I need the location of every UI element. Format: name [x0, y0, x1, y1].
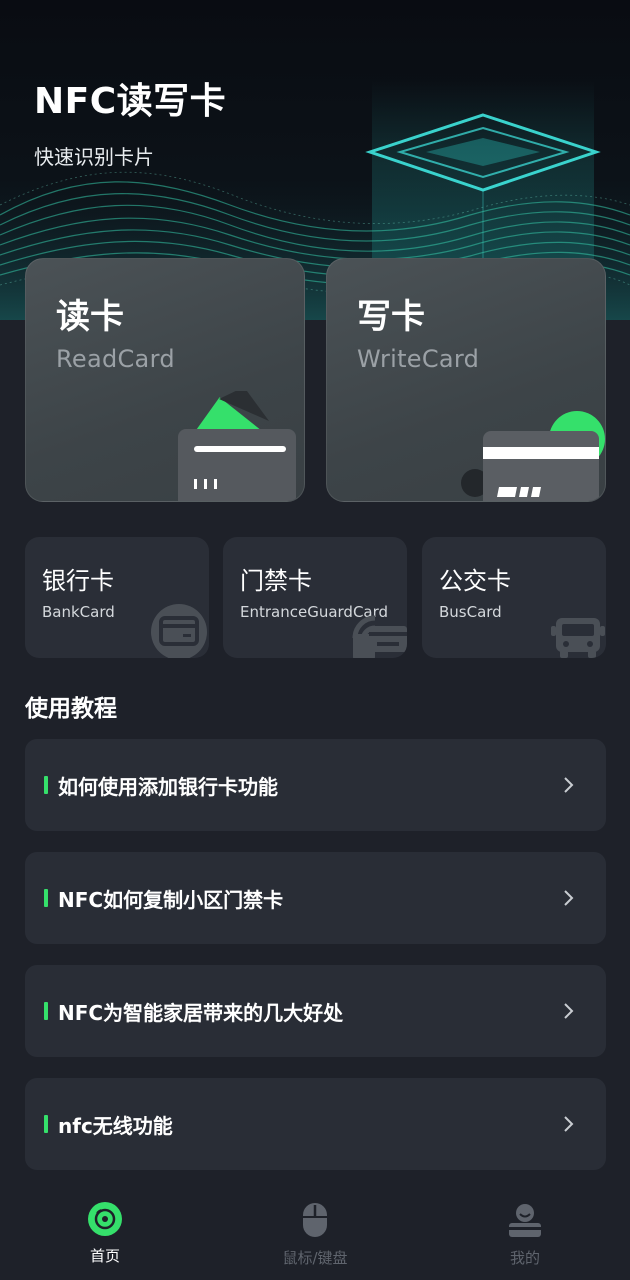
chevron-right-icon — [564, 1116, 574, 1132]
bus-card-button[interactable]: 公交卡 BusCard — [422, 537, 606, 658]
access-card-title: 门禁卡 — [240, 567, 312, 595]
tutorial-item-label: NFC如何复制小区门禁卡 — [58, 888, 284, 912]
chevron-right-icon — [564, 890, 574, 906]
access-card-icon — [352, 615, 407, 658]
app-title: NFC读写卡 — [34, 81, 227, 122]
read-card-button[interactable]: 读卡 ReadCard — [25, 258, 305, 502]
accent-bar — [44, 776, 48, 794]
nav-tab-mouse-keyboard[interactable]: 鼠标/键盘 — [255, 1197, 375, 1277]
chevron-right-icon — [564, 1003, 574, 1019]
app-screen: NFC读写卡 快速识别卡片 读卡 ReadCard 写卡 WriteCard 银… — [0, 0, 630, 1280]
bank-card-button[interactable]: 银行卡 BankCard — [25, 537, 209, 658]
tutorial-item-label: 如何使用添加银行卡功能 — [58, 775, 278, 799]
bottom-nav: 首页 鼠标/键盘 我的 — [0, 1185, 630, 1280]
home-disc-icon — [88, 1202, 122, 1236]
bus-icon — [551, 618, 605, 658]
read-card-subtitle: ReadCard — [56, 345, 175, 373]
write-card-button[interactable]: 写卡 WriteCard — [326, 258, 606, 502]
nav-tab-home[interactable]: 首页 — [45, 1197, 165, 1277]
tutorial-item-label: NFC为智能家居带来的几大好处 — [58, 1001, 344, 1025]
nav-label-home: 首页 — [89, 1247, 120, 1265]
accent-bar — [44, 1115, 48, 1133]
bank-card-subtitle: BankCard — [42, 603, 115, 621]
bank-card-icon — [151, 604, 207, 658]
user-icon — [509, 1204, 541, 1237]
tutorial-item[interactable]: 如何使用添加银行卡功能 — [25, 739, 606, 831]
write-card-subtitle: WriteCard — [357, 345, 480, 373]
write-card-icon — [461, 411, 605, 501]
accent-bar — [44, 1002, 48, 1020]
read-card-icon — [178, 391, 296, 501]
tutorial-item[interactable]: NFC为智能家居带来的几大好处 — [25, 965, 606, 1057]
tutorial-item-label: nfc无线功能 — [58, 1114, 173, 1138]
nav-label-mine: 我的 — [509, 1249, 540, 1267]
read-card-title: 读卡 — [56, 297, 124, 337]
app-subtitle: 快速识别卡片 — [34, 145, 154, 169]
write-card-title: 写卡 — [357, 297, 425, 337]
tutorial-item[interactable]: nfc无线功能 — [25, 1078, 606, 1170]
accent-bar — [44, 889, 48, 907]
bank-card-title: 银行卡 — [42, 567, 114, 595]
nav-tab-mine[interactable]: 我的 — [465, 1197, 585, 1277]
tutorials-section-title: 使用教程 — [25, 696, 117, 722]
chevron-right-icon — [564, 777, 574, 793]
bus-card-title: 公交卡 — [439, 567, 511, 595]
access-card-button[interactable]: 门禁卡 EntranceGuardCard — [223, 537, 407, 658]
tutorial-item[interactable]: NFC如何复制小区门禁卡 — [25, 852, 606, 944]
nav-label-mouse-keyboard: 鼠标/键盘 — [282, 1249, 348, 1267]
bus-card-subtitle: BusCard — [439, 603, 502, 621]
mouse-icon — [303, 1203, 327, 1237]
